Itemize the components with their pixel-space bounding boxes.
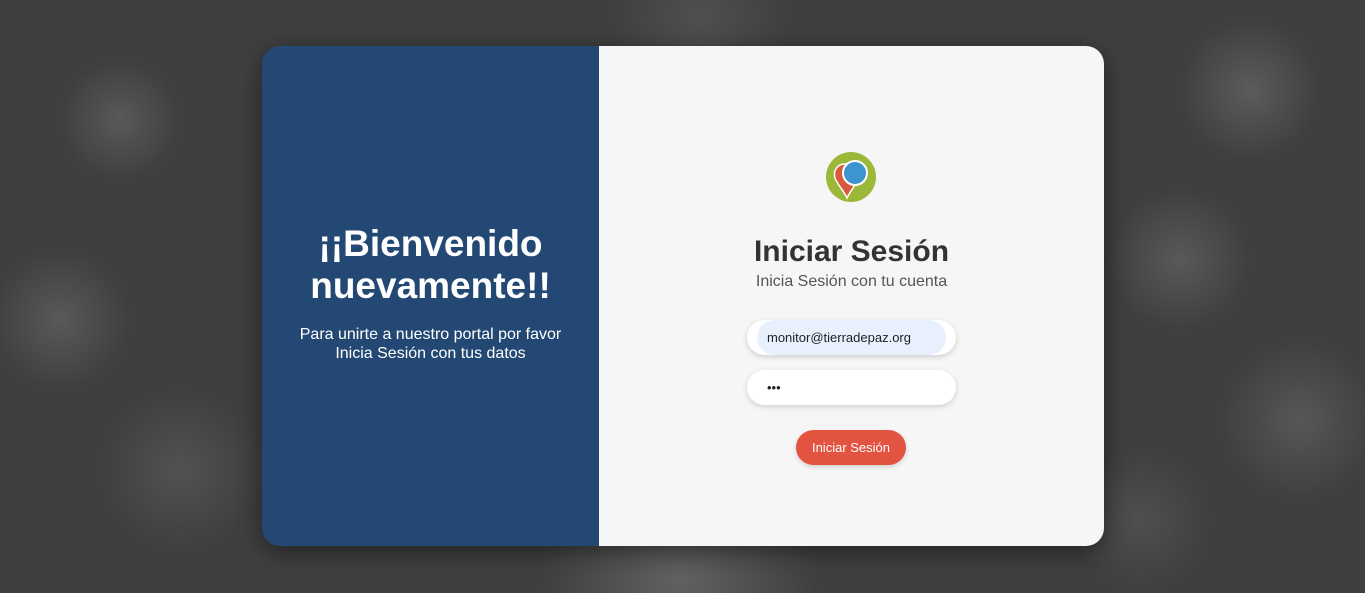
email-field: [747, 320, 956, 355]
login-card: ¡¡Bienvenido nuevamente!! Para unirte a …: [262, 46, 1104, 546]
welcome-panel: ¡¡Bienvenido nuevamente!! Para unirte a …: [262, 46, 599, 546]
welcome-text: Para unirte a nuestro portal por favor I…: [299, 326, 562, 362]
login-button[interactable]: Iniciar Sesión: [796, 430, 906, 465]
login-subtitle: Inicia Sesión con tu cuenta: [755, 273, 948, 290]
login-panel: Iniciar Sesión Inicia Sesión con tu cuen…: [599, 46, 1104, 546]
login-title: Iniciar Sesión: [753, 235, 950, 268]
password-input[interactable]: [757, 370, 946, 405]
email-input[interactable]: [757, 320, 946, 355]
password-field: [747, 370, 956, 405]
welcome-title: ¡¡Bienvenido nuevamente!!: [310, 223, 551, 306]
location-pin-logo-icon: [826, 152, 876, 202]
